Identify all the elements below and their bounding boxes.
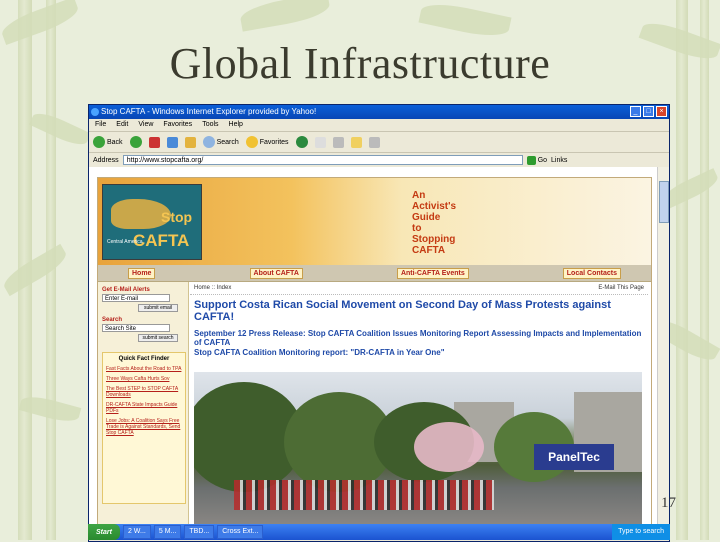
quick-link[interactable]: The Best STEP to STOP CAFTA Downloads (106, 386, 182, 398)
close-button[interactable]: × (656, 106, 667, 117)
headline-link[interactable]: Support Costa Rican Social Movement on S… (194, 299, 644, 323)
menu-bar: File Edit View Favorites Tools Help (89, 119, 669, 132)
star-icon (245, 136, 258, 148)
email-field[interactable]: Enter E-mail (102, 294, 170, 302)
nav-anti-cafta-events[interactable]: Anti-CAFTA Events (396, 267, 469, 279)
menu-edit[interactable]: Edit (116, 119, 128, 131)
home-button[interactable] (184, 136, 196, 148)
protest-photo: PanelTec (194, 372, 642, 526)
menu-favorites[interactable]: Favorites (163, 119, 192, 131)
menu-view[interactable]: View (138, 119, 153, 131)
breadcrumb[interactable]: Home :: Index (194, 285, 231, 291)
menu-file[interactable]: File (95, 119, 106, 131)
start-button[interactable]: Start (88, 524, 120, 540)
quick-link[interactable]: DR-CAFTA State Impacts Guide PDFs (106, 402, 182, 414)
main-content: Home :: Index E-Mail This Page Support C… (190, 282, 648, 526)
go-arrow-icon (526, 155, 536, 165)
email-this-page-link[interactable]: E-Mail This Page (598, 285, 644, 291)
quick-link[interactable]: Lose Jobs: A Coalition Says Free Trade i… (106, 418, 182, 436)
menu-tools[interactable]: Tools (202, 119, 218, 131)
address-input[interactable]: http://www.stopcafta.org/ (122, 155, 523, 165)
taskbar-item[interactable]: 2 W... (122, 525, 151, 539)
quick-fact-finder: Quick Fact Finder Fast Facts About the R… (102, 352, 186, 504)
mail-button[interactable] (314, 136, 326, 148)
site-nav: Home About CAFTA Anti-CAFTA Events Local… (98, 265, 651, 282)
messenger-button[interactable] (368, 136, 380, 148)
slide-title: Global Infrastructure (169, 39, 551, 88)
links-label[interactable]: Links (551, 157, 567, 164)
email-alerts-label: Get E-Mail Alerts (102, 287, 150, 293)
submit-search-button[interactable]: submit search (138, 334, 178, 342)
stop-cafta-logo[interactable]: Stop CAFTA Central America (102, 184, 202, 260)
browser-window: Stop CAFTA - Windows Internet Explorer p… (88, 104, 670, 542)
monitoring-report-link[interactable]: Stop CAFTA Coalition Monitoring report: … (194, 348, 644, 357)
search-icon (202, 136, 215, 148)
search-label: Search (102, 317, 123, 323)
stop-button[interactable] (148, 136, 160, 148)
quick-link[interactable]: Fast Facts About the Road to TPA (106, 366, 182, 372)
scrollbar-thumb[interactable] (659, 181, 669, 223)
press-release-link[interactable]: September 12 Press Release: Stop CAFTA C… (194, 329, 644, 347)
taskbar: Start 2 W... 5 M... TBD... Cross Ext... … (88, 524, 670, 540)
nav-about-cafta[interactable]: About CAFTA (249, 267, 303, 279)
maximize-button[interactable]: □ (643, 106, 654, 117)
window-titlebar[interactable]: Stop CAFTA - Windows Internet Explorer p… (89, 105, 669, 119)
stopcafta-page: Stop CAFTA Central America An Activist's… (97, 177, 652, 527)
nav-local-contacts[interactable]: Local Contacts (562, 267, 621, 279)
toolbar: Back Search Favorites (89, 132, 669, 153)
address-bar: Address http://www.stopcafta.org/ Go Lin… (89, 153, 669, 168)
search-button[interactable]: Search (202, 136, 239, 148)
back-button[interactable]: Back (93, 136, 123, 148)
page-number: 17 (661, 495, 676, 511)
paneltec-sign: PanelTec (534, 444, 614, 470)
submit-email-button[interactable]: submit email (138, 304, 178, 312)
window-title: Stop CAFTA - Windows Internet Explorer p… (101, 107, 317, 116)
back-arrow-icon (93, 136, 105, 148)
print-button[interactable] (332, 136, 344, 148)
quick-link[interactable]: Three Ways Cafta Hurts Sov (106, 376, 182, 382)
forward-button[interactable] (129, 136, 142, 148)
taskbar-item[interactable]: Cross Ext... (217, 525, 264, 539)
taskbar-item[interactable]: 5 M... (153, 525, 182, 539)
breadcrumb-row: Home :: Index E-Mail This Page (190, 282, 648, 295)
refresh-button[interactable] (166, 136, 178, 148)
protest-crowd (234, 480, 494, 510)
site-banner: Stop CAFTA Central America An Activist's… (98, 178, 651, 265)
left-sidebar: Get E-Mail Alerts Enter E-mail submit em… (98, 282, 189, 526)
ie-icon (91, 108, 99, 116)
folder-button[interactable] (350, 136, 362, 148)
web-content: Stop CAFTA Central America An Activist's… (89, 167, 657, 527)
minimize-button[interactable]: _ (630, 106, 641, 117)
menu-help[interactable]: Help (229, 119, 243, 131)
nav-home[interactable]: Home (128, 267, 156, 279)
quick-fact-heading: Quick Fact Finder (118, 356, 170, 362)
taskbar-item[interactable]: TBD... (184, 525, 215, 539)
favorites-button[interactable]: Favorites (245, 136, 289, 148)
taskbar-search[interactable]: Type to search (612, 524, 670, 540)
vertical-scrollbar[interactable] (657, 167, 669, 525)
address-label: Address (93, 156, 119, 164)
history-button[interactable] (295, 136, 308, 148)
site-search-input[interactable]: Search Site (102, 324, 170, 332)
site-tagline: An Activist's Guide to Stopping CAFTA (412, 190, 457, 256)
go-button[interactable]: Go (526, 155, 547, 165)
